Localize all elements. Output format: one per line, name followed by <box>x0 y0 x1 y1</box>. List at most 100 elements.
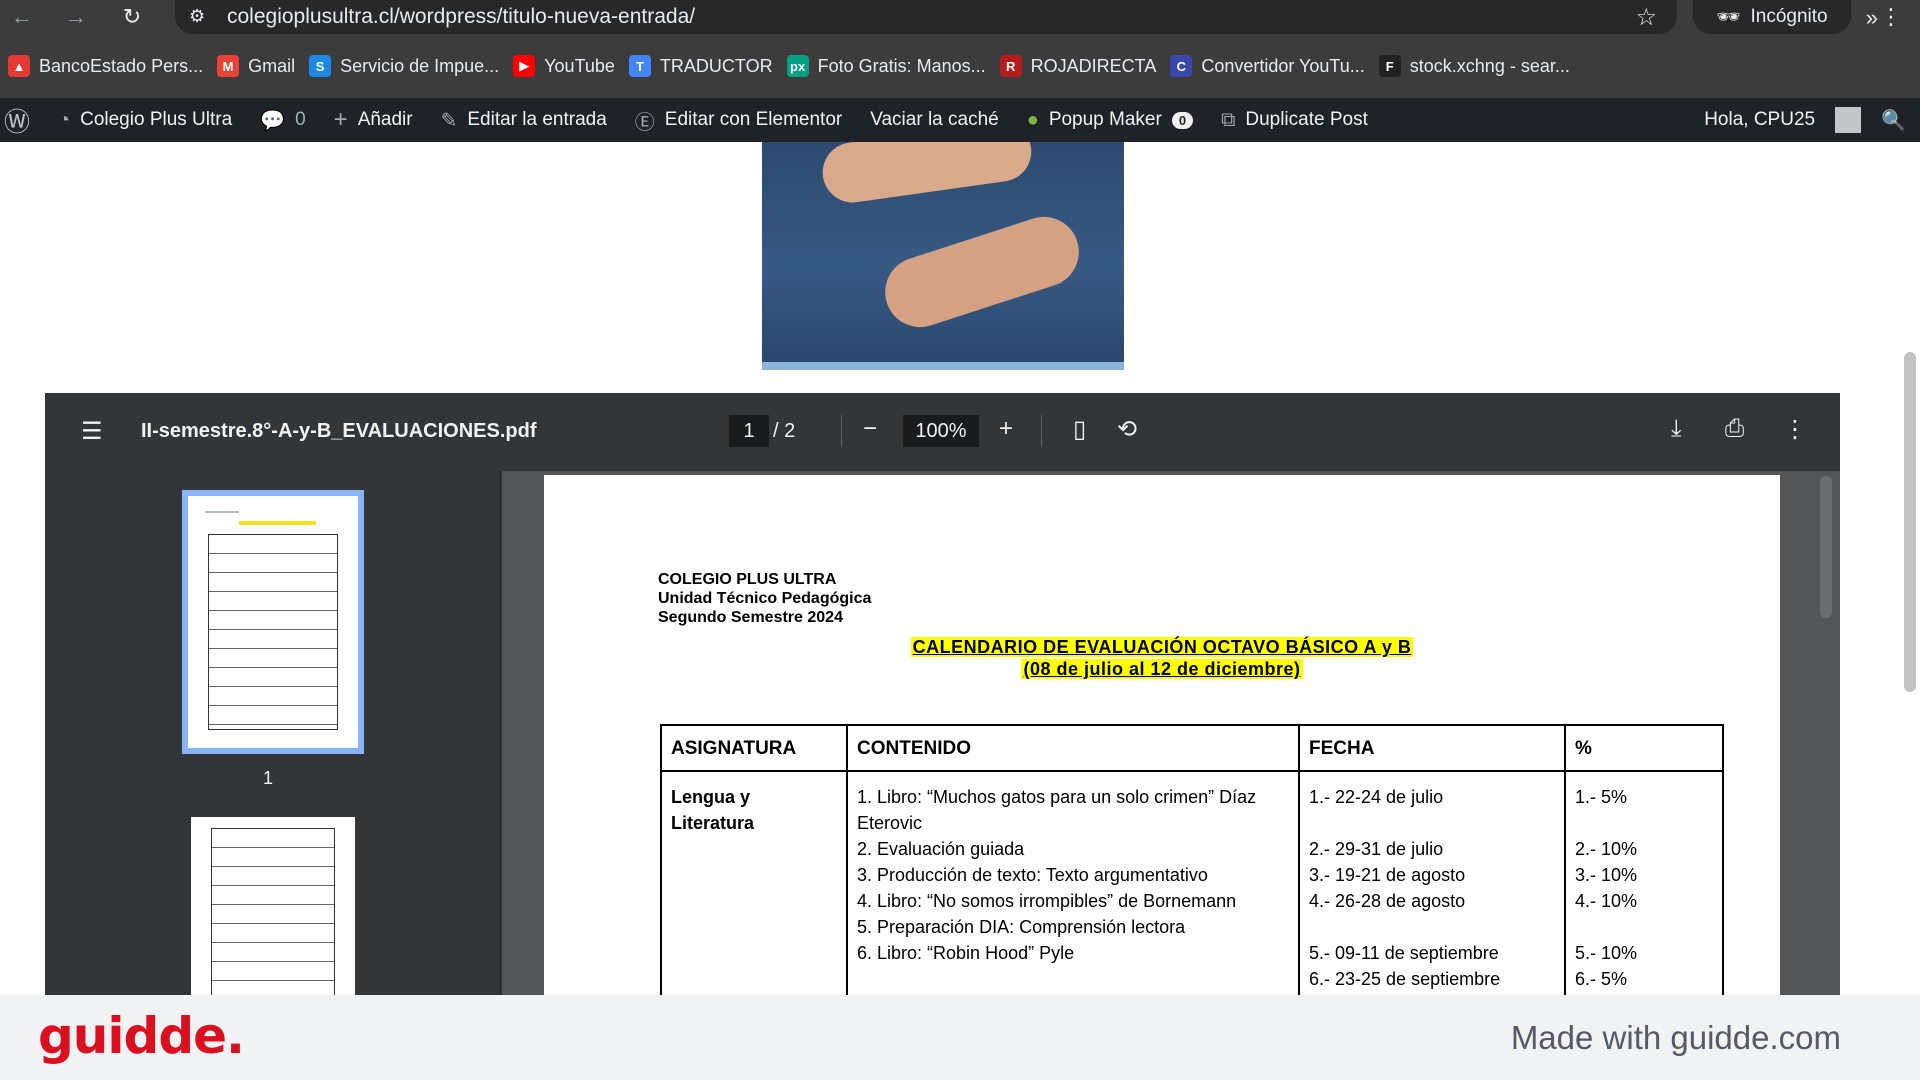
calendar-subtitle: (08 de julio al 12 de diciembre) <box>1021 659 1303 679</box>
my-account-menu[interactable]: Hola, CPU25 <box>1690 98 1867 142</box>
site-settings-icon[interactable]: ⚙ <box>189 6 213 28</box>
clear-cache-button[interactable]: Vaciar la caché <box>856 98 1013 142</box>
bookmark-favicon-icon: T <box>628 55 651 77</box>
wp-admin-bar: Ⓦ ◔ Colegio Plus Ultra 💬 0 + Añadir ✎ Ed… <box>0 98 1920 142</box>
add-new-button[interactable]: + Añadir <box>320 98 427 142</box>
wordpress-icon: Ⓦ <box>4 106 31 137</box>
popup-maker-button[interactable]: ● Popup Maker 0 <box>1013 98 1207 142</box>
made-with-text: Made with guidde.com <box>1510 1019 1841 1056</box>
content-item: 2. Evaluación guiada <box>857 839 1025 859</box>
bookmark-label: ROJADIRECTA <box>1030 55 1157 76</box>
zoom-input[interactable]: 100% <box>903 415 979 447</box>
page-thumbnail-1[interactable] <box>182 490 364 754</box>
bookmark-item[interactable]: Fstock.xchng - sear... <box>1378 55 1584 77</box>
bookmark-item[interactable]: ▶ YouTube <box>513 55 629 77</box>
bookmark-favicon-icon: S <box>309 55 332 77</box>
page-number-input[interactable]: 1 <box>729 415 769 447</box>
percent-item: 3.- 10% <box>1575 865 1638 885</box>
hand-shape <box>876 207 1088 337</box>
add-label: Añadir <box>357 109 413 130</box>
rotate-icon[interactable]: ⟲ <box>1117 415 1137 444</box>
bookmark-label: Servicio de Impue... <box>340 55 500 76</box>
bookmark-item[interactable]: C Convertidor YouTu... <box>1170 55 1378 77</box>
bookmark-label: stock.xchng - sear... <box>1409 55 1570 76</box>
percent-item: 2.- 10% <box>1575 839 1638 859</box>
bookmark-item[interactable]: ▲ BancoEstado Pers... <box>8 55 217 77</box>
table-header-row: ASIGNATURA CONTENIDO FECHA % <box>660 724 1724 772</box>
content-item: 6. Libro: “Robin Hood” Pyle <box>857 943 1075 963</box>
divider <box>1041 415 1042 447</box>
bookmark-item[interactable]: T TRADUCTOR <box>628 55 787 77</box>
bookmark-label: BancoEstado Pers... <box>39 55 204 76</box>
pdf-page: COLEGIO PLUS ULTRA Unidad Técnico Pedagó… <box>544 475 1780 1000</box>
evaluation-table: ASIGNATURA CONTENIDO FECHA % Lengua y Li… <box>660 724 1724 1000</box>
featured-image <box>762 142 1124 370</box>
back-icon[interactable]: ← <box>2 0 42 34</box>
date-item: 1.- 22-24 de julio <box>1309 787 1444 807</box>
page-thumbnail-2[interactable] <box>191 817 355 997</box>
bookmark-item[interactable]: S Servicio de Impue... <box>309 55 513 77</box>
percent-item: 4.- 10% <box>1575 891 1638 911</box>
content-item: 3. Producción de texto: Texto argumentat… <box>857 865 1208 885</box>
header-content: CONTENIDO <box>846 724 1300 772</box>
bookmark-favicon-icon: ▶ <box>513 55 536 77</box>
greeting: Hola, CPU25 <box>1704 109 1816 130</box>
bookmark-label: Foto Gratis: Manos... <box>817 55 986 76</box>
comments-count: 0 <box>295 109 306 130</box>
plus-icon: + <box>333 106 348 133</box>
bookmark-item[interactable]: px Foto Gratis: Manos... <box>786 55 1000 77</box>
page-scrollbar[interactable] <box>1904 352 1916 692</box>
thumbnail-label: 1 <box>263 768 274 788</box>
bookmark-label: YouTube <box>544 55 615 76</box>
elementor-label: Editar con Elementor <box>664 109 843 130</box>
popup-count-badge: 0 <box>1171 111 1194 129</box>
print-icon[interactable]: ⎙ <box>1725 415 1744 443</box>
header-percent: % <box>1564 724 1724 772</box>
date-item: 4.- 26-28 de agosto <box>1309 891 1466 911</box>
search-button[interactable]: 🔍 <box>1867 98 1920 142</box>
content-item: 4. Libro: “No somos irrompibles” de Born… <box>857 891 1237 911</box>
percent-cell: 1.- 5% 2.- 10% 3.- 10% 4.- 10% 5.- 10% 6… <box>1564 770 1724 1000</box>
guidde-footer: guidde. Made with guidde.com <box>0 995 1920 1080</box>
wordpress-logo-button[interactable]: Ⓦ <box>0 98 44 142</box>
thumbnail-text-line <box>205 511 239 514</box>
site-name-menu[interactable]: ◔ Colegio Plus Ultra <box>44 98 246 142</box>
header-date: FECHA <box>1298 724 1566 772</box>
date-item: 6.- 23-25 de septiembre <box>1309 969 1501 989</box>
incognito-indicator[interactable]: 🕶 Incógnito <box>1693 0 1851 34</box>
duplicate-post-button[interactable]: ⧉ Duplicate Post <box>1207 98 1382 142</box>
bookmark-label: TRADUCTOR <box>659 55 773 76</box>
bookmark-item[interactable]: R ROJADIRECTA <box>999 55 1171 77</box>
bookmark-item[interactable]: M Gmail <box>217 55 309 77</box>
fit-page-icon[interactable]: ▯ <box>1073 415 1086 444</box>
edit-post-button[interactable]: ✎ Editar la entrada <box>427 98 621 142</box>
kebab-menu-icon[interactable]: ⋮ <box>1876 0 1906 34</box>
bookmark-favicon-icon: C <box>1170 55 1193 77</box>
bookmark-star-icon[interactable]: ☆ <box>1635 3 1657 32</box>
download-icon[interactable]: ⤓ <box>1671 415 1682 443</box>
comments-button[interactable]: 💬 0 <box>246 98 319 142</box>
school-name: COLEGIO PLUS ULTRA <box>658 571 837 588</box>
bookmark-label: Convertidor YouTu... <box>1201 55 1365 76</box>
school-semester: Segundo Semestre 2024 <box>658 609 843 626</box>
edit-elementor-button[interactable]: Ⓔ Editar con Elementor <box>621 98 856 142</box>
thumbnail-table <box>208 533 338 731</box>
bookmarks-bar: ▲ BancoEstado Pers... M Gmail S Servicio de I… <box>0 48 1920 84</box>
dashboard-icon: ◔ <box>58 108 71 131</box>
zoom-out-icon[interactable]: − <box>863 415 877 443</box>
address-bar[interactable]: ⚙ colegioplusultra.cl/wordpress/titulo-n… <box>175 0 1677 34</box>
menu-icon[interactable]: ☰ <box>81 417 103 446</box>
account-area: Hola, CPU25 🔍 <box>1690 98 1920 142</box>
document-viewer[interactable]: COLEGIO PLUS ULTRA Unidad Técnico Pedagó… <box>502 471 1840 1000</box>
reload-icon[interactable]: ↻ <box>112 0 152 34</box>
viewer-scrollbar[interactable] <box>1820 476 1832 618</box>
date-cell: 1.- 22-24 de julio 2.- 29-31 de julio 3.… <box>1298 770 1566 1000</box>
forward-icon[interactable]: → <box>56 0 96 34</box>
more-bookmarks-icon[interactable]: » <box>1866 5 1878 31</box>
more-options-icon[interactable]: ⋮ <box>1783 415 1807 444</box>
zoom-in-icon[interactable]: + <box>999 415 1013 443</box>
bookmark-label: Gmail <box>248 55 296 76</box>
divider <box>841 415 842 447</box>
elementor-icon: Ⓔ <box>634 111 655 134</box>
